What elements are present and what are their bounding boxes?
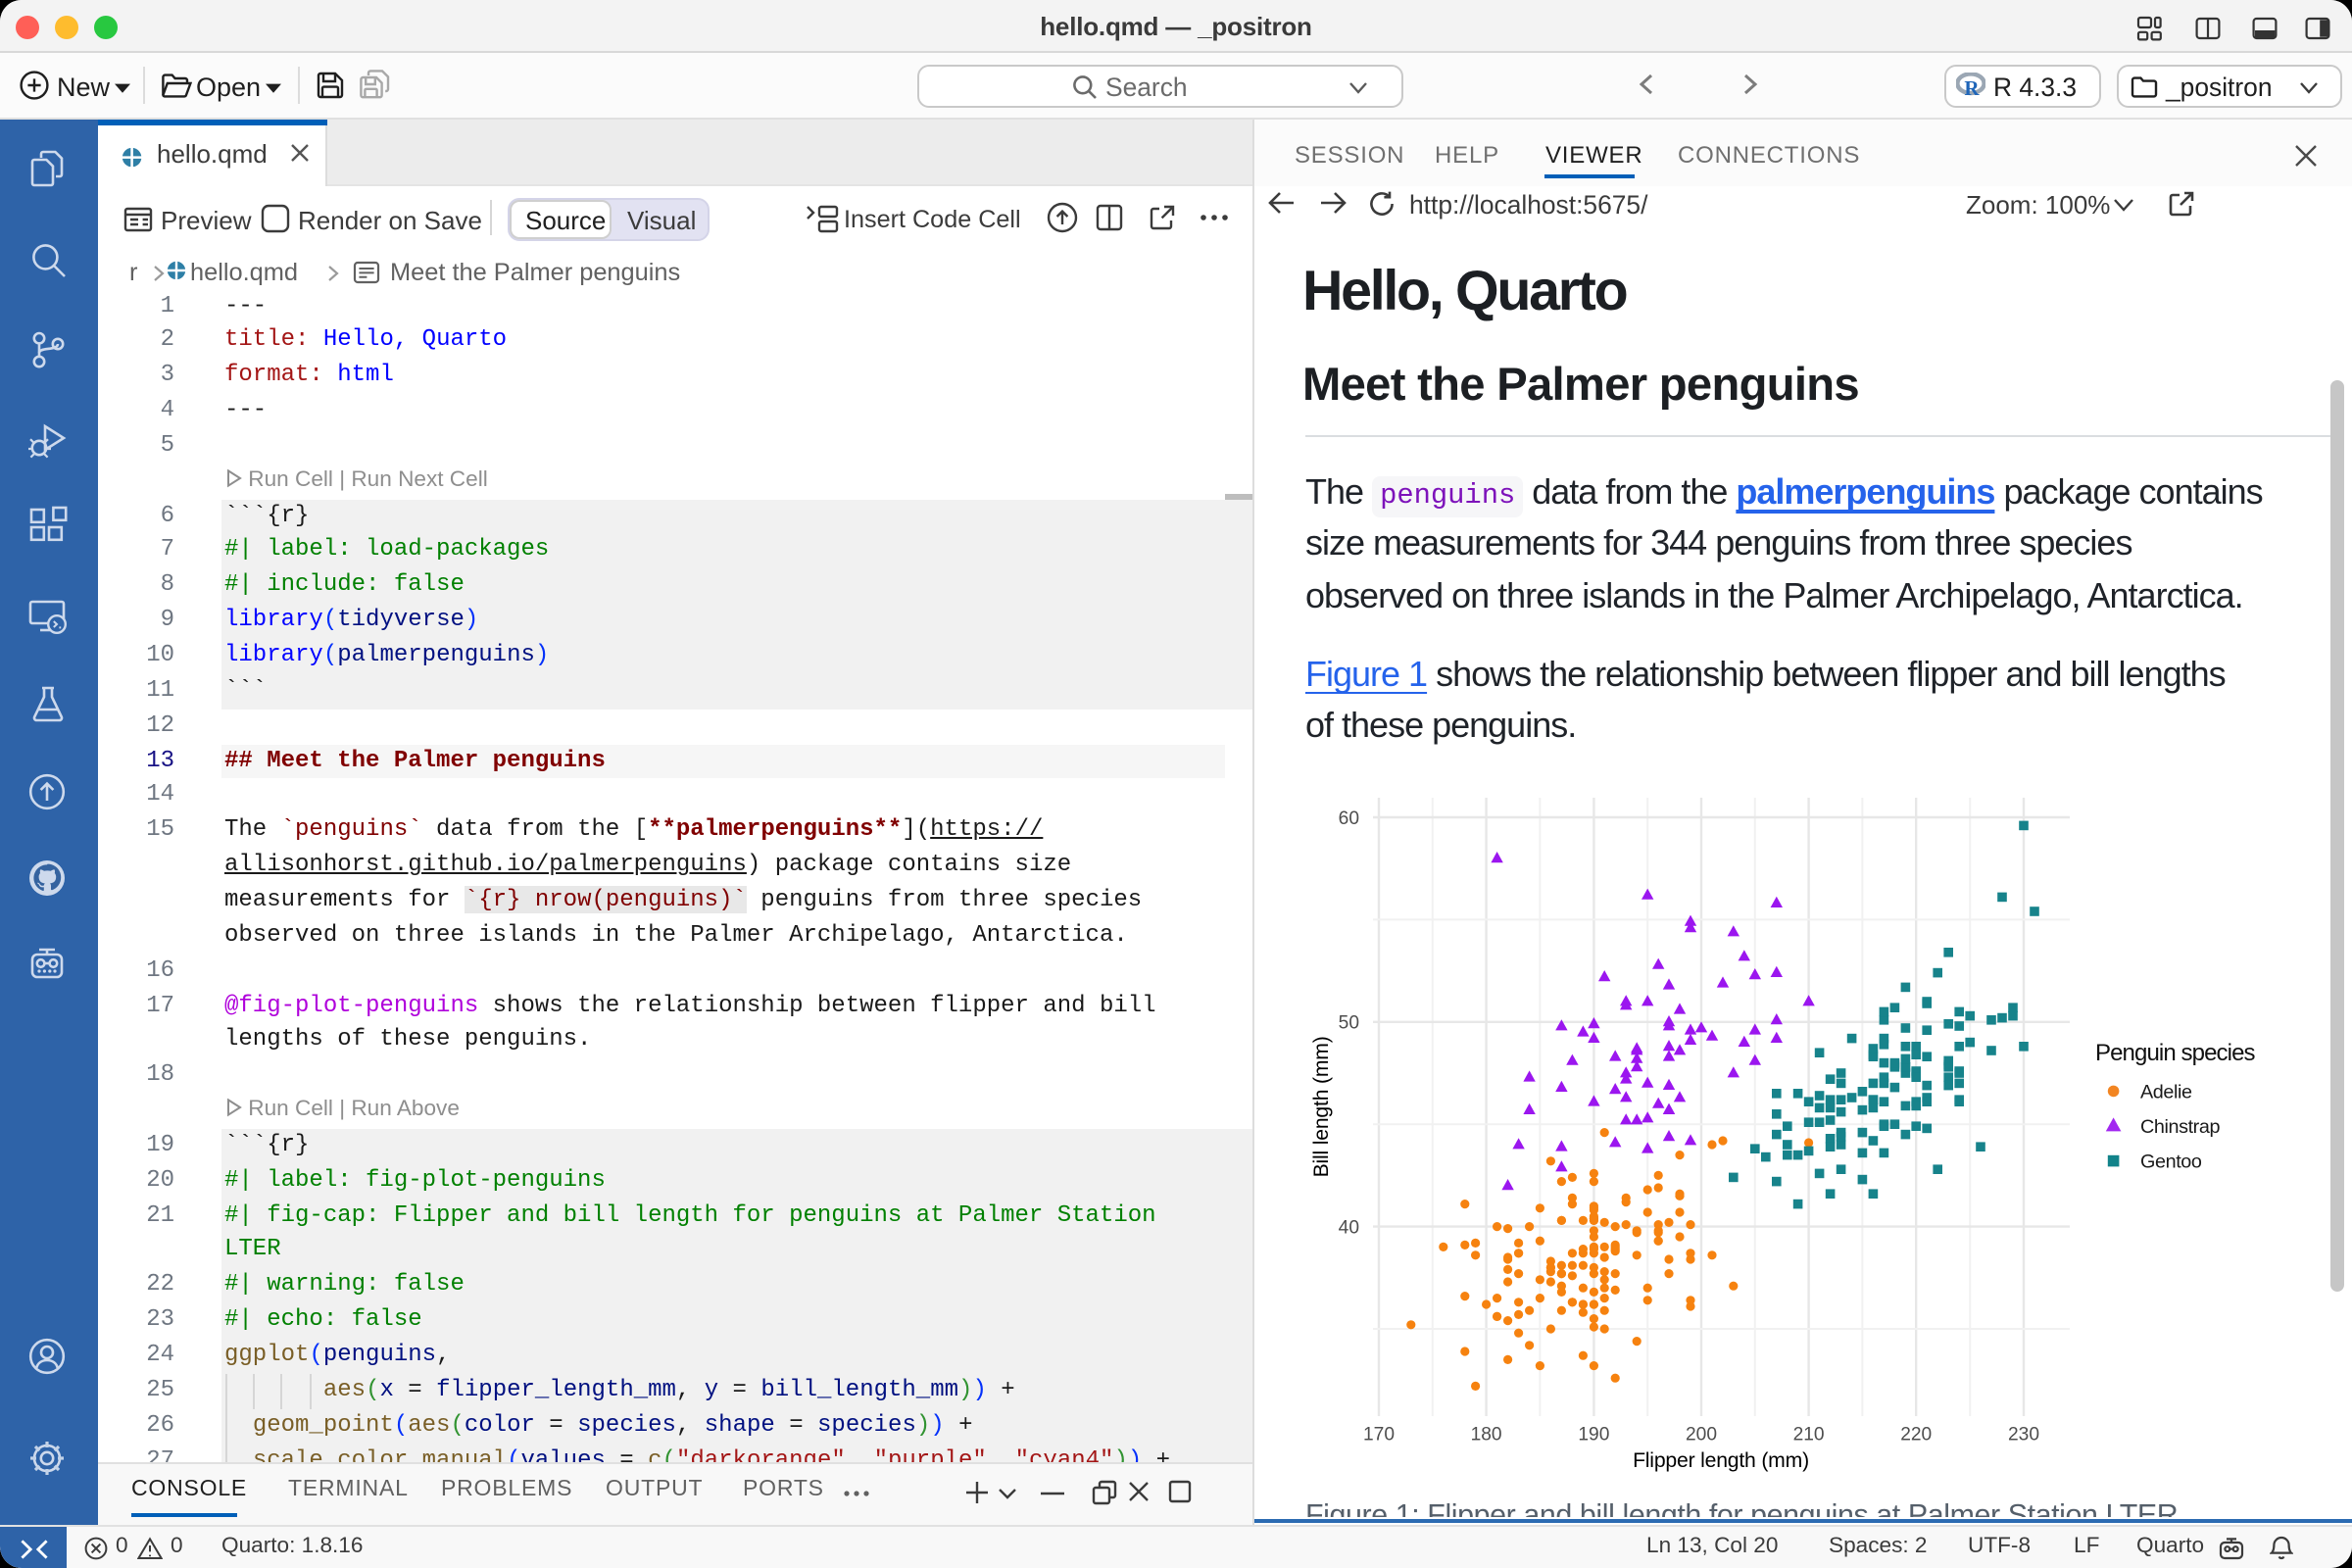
svg-text:190: 190	[1578, 1424, 1609, 1445]
svg-text:Flipper length (mm): Flipper length (mm)	[1633, 1449, 1809, 1472]
svg-text:Chinstrap: Chinstrap	[2140, 1116, 2220, 1138]
svg-text:170: 170	[1363, 1424, 1395, 1445]
svg-text:230: 230	[2008, 1424, 2039, 1445]
svg-text:Penguin species: Penguin species	[2095, 1040, 2256, 1066]
svg-text:Gentoo: Gentoo	[2140, 1152, 2202, 1173]
svg-text:60: 60	[1339, 808, 1359, 829]
svg-text:200: 200	[1686, 1424, 1717, 1445]
svg-text:50: 50	[1339, 1013, 1359, 1034]
svg-text:210: 210	[1793, 1424, 1825, 1445]
svg-text:220: 220	[1900, 1424, 1932, 1445]
svg-text:Adelie: Adelie	[2140, 1081, 2192, 1102]
svg-text:180: 180	[1471, 1424, 1502, 1445]
svg-text:R: R	[1964, 76, 1980, 98]
svg-text:40: 40	[1339, 1217, 1359, 1238]
svg-text:Bill length (mm): Bill length (mm)	[1310, 1036, 1333, 1177]
